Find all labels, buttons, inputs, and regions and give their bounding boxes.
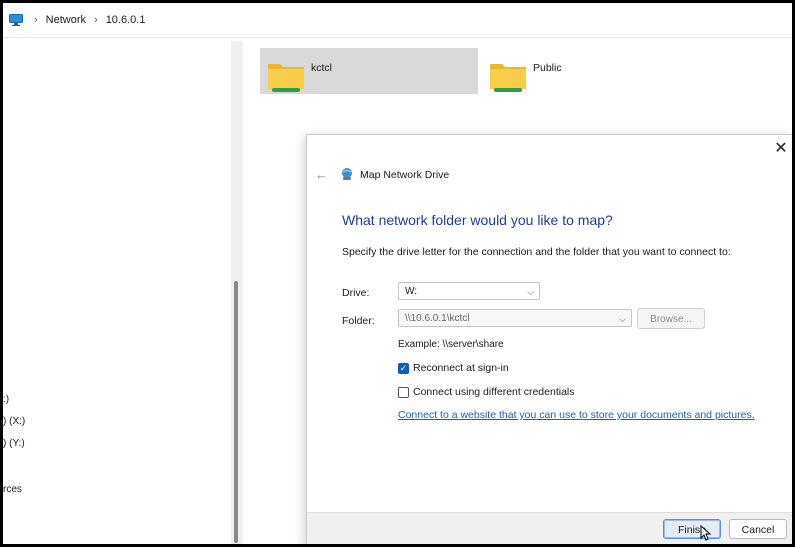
chevron-down-icon: ⌵ (619, 314, 626, 324)
credentials-label: Connect using different credentials (413, 386, 575, 398)
reconnect-checkbox[interactable]: ✓ (398, 362, 409, 374)
map-network-drive-dialog: ✕ ← Map Network Drive What network folde… (306, 134, 792, 544)
nav-item-sources[interactable]: rces (3, 484, 22, 495)
website-storage-link[interactable]: Connect to a website that you can use to… (398, 409, 755, 421)
close-icon[interactable]: ✕ (771, 139, 791, 159)
chevron-right-icon: › (34, 14, 38, 26)
mouse-cursor-icon (700, 525, 712, 541)
nav-item-drive-y[interactable]: ) (Y:) (3, 438, 25, 449)
nav-item-drive-x[interactable]: ) (X:) (3, 416, 25, 427)
folder-value: \\10.6.0.1\kctcl (405, 313, 470, 324)
dialog-heading: What network folder would you like to ma… (342, 212, 613, 228)
folder-label: Public (533, 62, 562, 74)
example-text: Example: \\server\share (398, 339, 504, 350)
credentials-checkbox[interactable] (398, 386, 409, 398)
folder-label: kctcl (311, 62, 332, 74)
drive-label: Drive: (342, 287, 370, 299)
folder-combobox[interactable]: \\10.6.0.1\kctcl ⌵ (398, 309, 632, 327)
dialog-footer: Finish Cancel (307, 512, 792, 544)
monitor-icon (9, 14, 23, 26)
shared-folder-icon (266, 58, 306, 94)
drive-value: W: (405, 286, 418, 297)
browse-button[interactable]: Browse... (637, 308, 705, 329)
network-drive-icon (340, 167, 354, 181)
breadcrumb-item-network[interactable]: Network (46, 14, 86, 26)
reconnect-checkbox-row[interactable]: ✓ Reconnect at sign-in (398, 362, 509, 374)
navigation-pane: :) ) (X:) ) (Y:) rces (3, 38, 231, 544)
chevron-right-icon: › (94, 14, 98, 26)
finish-button[interactable]: Finish (663, 519, 721, 539)
file-explorer-window: › Network › 10.6.0.1 :) ) (X:) ) (Y:) rc… (3, 3, 792, 544)
nav-item[interactable]: :) (3, 394, 9, 405)
scrollbar-thumb[interactable] (234, 281, 238, 543)
drive-select[interactable]: W: ⌵ (398, 282, 540, 300)
shared-folder-icon (488, 58, 528, 94)
cancel-button[interactable]: Cancel (729, 519, 787, 539)
folder-label: Folder: (342, 315, 375, 327)
credentials-checkbox-row[interactable]: Connect using different credentials (398, 386, 575, 398)
breadcrumb-item-host[interactable]: 10.6.0.1 (106, 14, 146, 26)
nav-scrollbar[interactable] (231, 41, 243, 544)
back-arrow-icon[interactable]: ← (315, 167, 328, 182)
dialog-title: Map Network Drive (360, 169, 450, 181)
reconnect-label: Reconnect at sign-in (413, 362, 509, 374)
instruction-text: Specify the drive letter for the connect… (342, 246, 731, 258)
breadcrumb: › Network › 10.6.0.1 (3, 3, 792, 38)
folder-item-kctcl[interactable]: kctcl (260, 48, 478, 94)
chevron-down-icon: ⌵ (527, 287, 534, 297)
website-storage-link-text: Connect to a website that you can use to… (398, 409, 752, 421)
folder-item-public[interactable]: Public (482, 48, 602, 94)
